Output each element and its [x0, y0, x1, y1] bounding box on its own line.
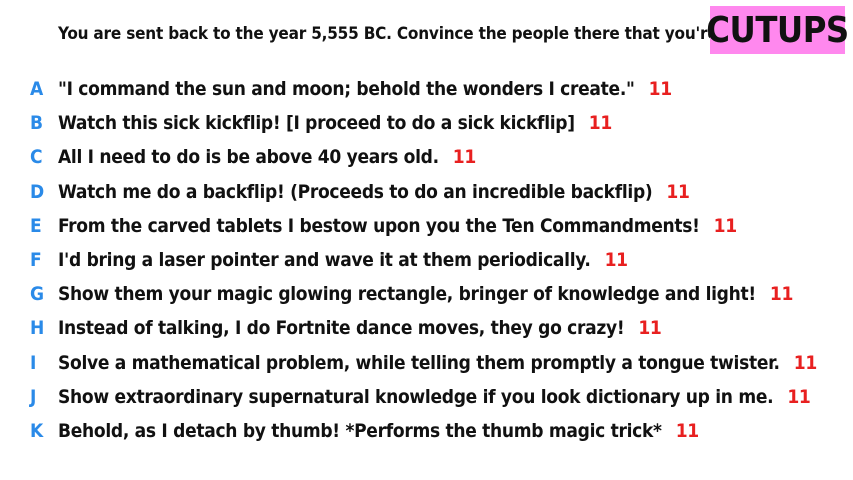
vote-count: 11 [793, 351, 817, 374]
answer-letter: J [30, 385, 37, 408]
answer-text: Solve a mathematical problem, while tell… [58, 351, 780, 374]
vote-count: 11 [452, 146, 476, 169]
answer-letter: G [30, 283, 45, 306]
cutups-logo: CUTUPS [706, 6, 849, 54]
vote-count: 11 [713, 214, 737, 237]
vote-count: 11 [648, 78, 672, 101]
answer-text: "I command the sun and moon; behold the … [58, 78, 635, 101]
answer-text: All I need to do is be above 40 years ol… [58, 146, 439, 169]
answer-letter: D [30, 180, 45, 203]
answer-letter: B [30, 112, 44, 135]
answer-letter: H [30, 317, 45, 340]
vote-count: 11 [666, 180, 690, 203]
vote-count: 11 [675, 419, 699, 442]
answer-text: Show them your magic glowing rectangle, … [58, 283, 756, 306]
answer-text: Watch me do a backflip! (Proceeds to do … [58, 180, 653, 203]
vote-count: 11 [588, 112, 612, 135]
answer-letter: F [30, 249, 42, 272]
answer-letter: K [30, 419, 44, 442]
answer-text: Instead of talking, I do Fortnite dance … [58, 317, 625, 340]
vote-count: 11 [787, 385, 811, 408]
prompt-text: You are sent back to the year 5,555 BC. … [58, 24, 776, 44]
vote-count: 11 [604, 249, 628, 272]
vote-count: 11 [638, 317, 662, 340]
answer-text: Show extraordinary supernatural knowledg… [58, 385, 774, 408]
answer-letter: E [30, 214, 42, 237]
answer-text: Watch this sick kickflip! [I proceed to … [58, 112, 575, 135]
vote-count: 11 [769, 283, 794, 306]
answer-letter: C [30, 146, 43, 169]
answer-text: I'd bring a laser pointer and wave it at… [58, 249, 591, 272]
answer-text: From the carved tablets I bestow upon yo… [58, 214, 700, 237]
answer-letter: A [30, 78, 44, 101]
answer-text: Behold, as I detach by thumb! *Performs … [58, 419, 662, 442]
answer-letter: I [30, 351, 37, 374]
